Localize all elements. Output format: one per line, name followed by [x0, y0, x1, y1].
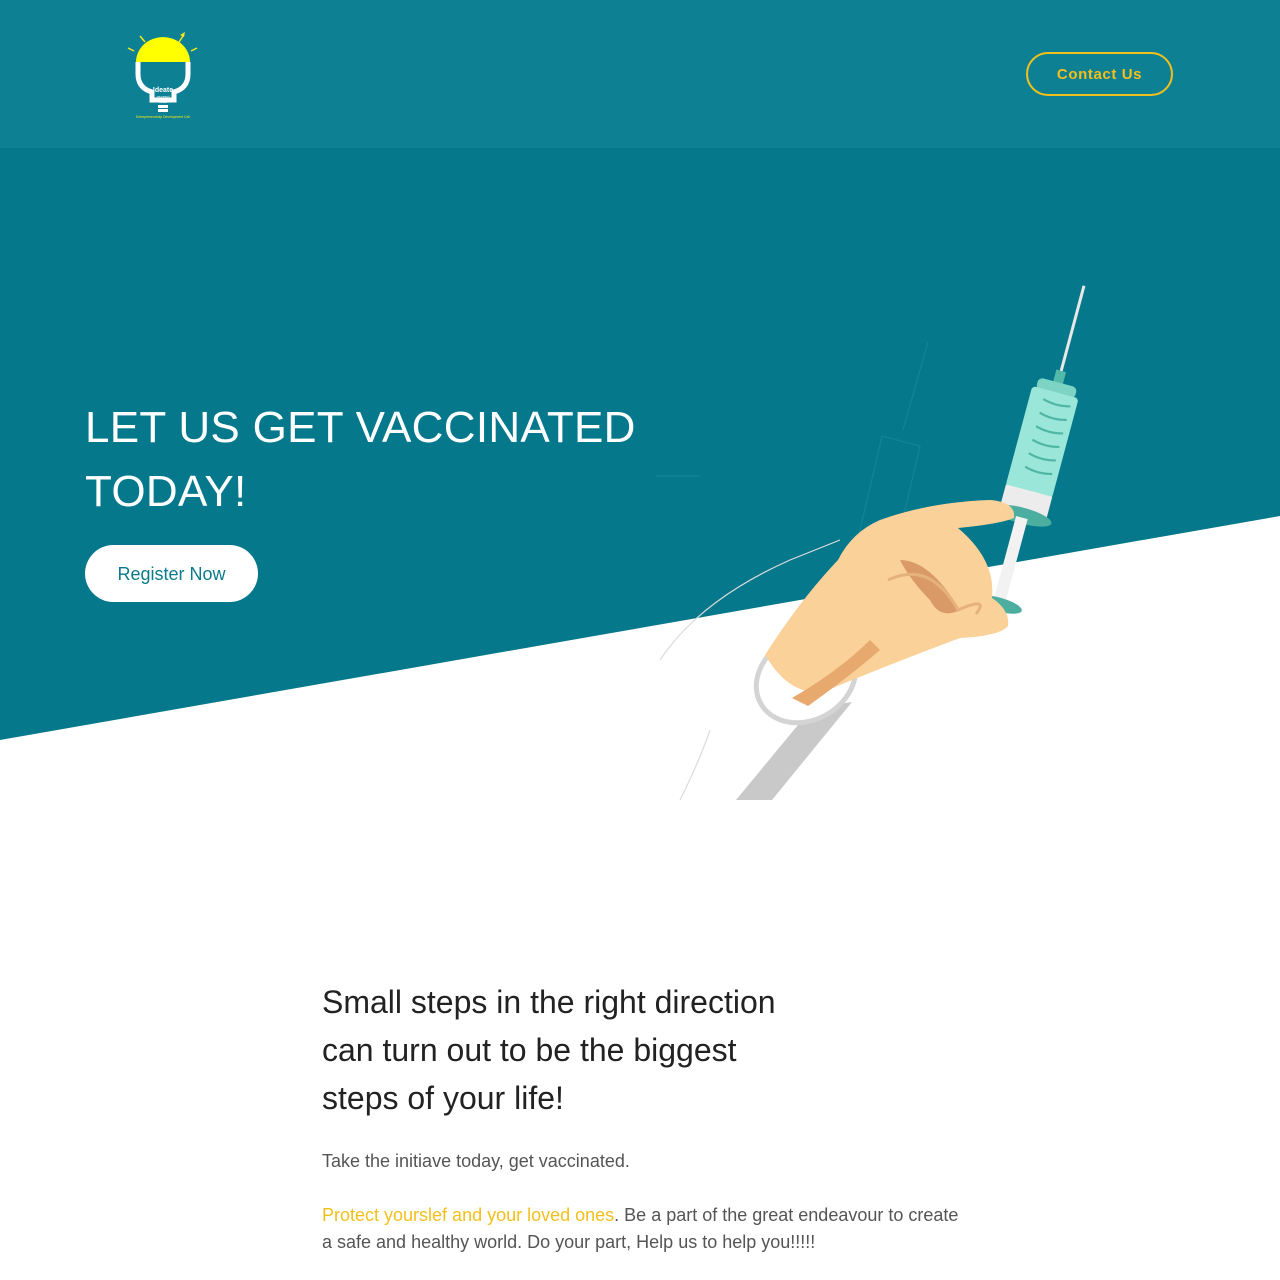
contact-us-button[interactable]: Contact Us	[1026, 52, 1173, 96]
highlight-text: Protect yourslef and your loved ones	[322, 1205, 615, 1225]
lightbulb-logo-icon[interactable]: Ideate ascend lead Entrepreneurship Deve…	[124, 28, 204, 124]
logo-text-ideate: Ideate	[153, 87, 173, 94]
content-section: Small steps in the right direction can t…	[322, 978, 962, 1256]
hand-holding-syringe-illustration	[656, 285, 1086, 800]
body-paragraph: Protect yourslef and your loved ones. Be…	[322, 1202, 962, 1256]
site-header: Ideate ascend lead Entrepreneurship Deve…	[0, 0, 1280, 148]
register-now-button[interactable]: Register Now	[85, 545, 258, 602]
logo-text-edc: Entrepreneurship Development Cell	[136, 115, 190, 119]
logo-text-lead: lead	[159, 99, 167, 104]
intro-paragraph: Take the initiave today, get vaccinated.	[322, 1151, 630, 1171]
section-heading: Small steps in the right direction can t…	[322, 984, 776, 1116]
